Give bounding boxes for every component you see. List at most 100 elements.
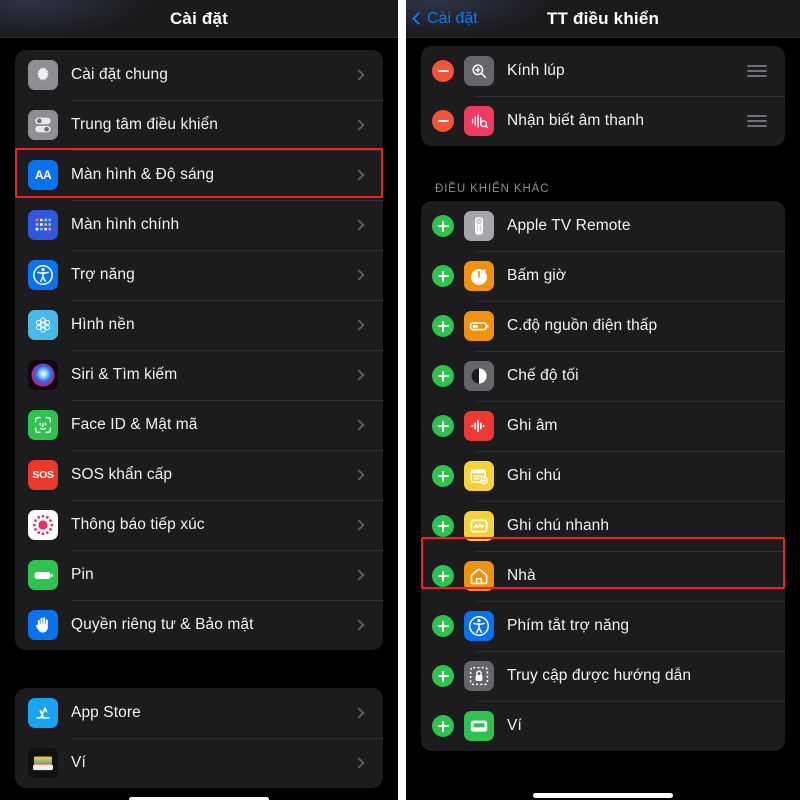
settings-row-wallet[interactable]: Ví <box>15 738 383 788</box>
chevron-right-icon <box>353 569 365 581</box>
settings-row-siri-search[interactable]: Siri & Tìm kiếm <box>15 350 383 400</box>
voice-memos-icon <box>464 411 494 441</box>
control-row-accessibility-shortcut[interactable]: Phím tắt trợ năng <box>421 601 785 651</box>
control-row-low-power-mode[interactable]: C.độ nguồn điện thấp <box>421 301 785 351</box>
add-control-button[interactable] <box>432 265 454 287</box>
settings-group-store: App Store Ví <box>15 688 383 788</box>
home-app-icon <box>464 561 494 591</box>
add-control-button[interactable] <box>432 515 454 537</box>
apple-tv-remote-icon <box>464 211 494 241</box>
settings-row-control-center[interactable]: Trung tâm điều khiển <box>15 100 383 150</box>
page-title: TT điều khiển <box>546 8 660 28</box>
battery-icon <box>28 560 58 590</box>
settings-row-label: Trung tâm điều khiển <box>71 116 219 133</box>
accessibility-shortcut-icon <box>464 611 494 641</box>
settings-scroll-area[interactable]: Cài đặt chung Trung tâm điều khiển AA Mà… <box>0 50 398 800</box>
control-row-label: Ghi chú <box>507 467 562 484</box>
control-row-sound-recognition[interactable]: Nhận biết âm thanh <box>421 96 785 146</box>
control-row-label: Kính lúp <box>507 62 565 79</box>
settings-row-label: SOS khẩn cấp <box>71 466 173 483</box>
settings-row-label: Trợ năng <box>71 266 135 283</box>
add-control-button[interactable] <box>432 365 454 387</box>
control-row-guided-access[interactable]: Truy cập được hướng dẫn <box>421 651 785 701</box>
settings-row-general[interactable]: Cài đặt chung <box>15 50 383 100</box>
settings-row-face-id[interactable]: Face ID & Mật mã <box>15 400 383 450</box>
add-control-button[interactable] <box>432 715 454 737</box>
settings-row-accessibility[interactable]: Trợ năng <box>15 250 383 300</box>
settings-row-home-screen[interactable]: Màn hình chính <box>15 200 383 250</box>
dark-mode-icon <box>464 361 494 391</box>
settings-row-label: Màn hình chính <box>71 216 180 233</box>
add-control-button[interactable] <box>432 465 454 487</box>
sos-icon: SOS <box>28 460 58 490</box>
control-row-timer[interactable]: Bấm giờ <box>421 251 785 301</box>
control-center-navbar: Cài đặt TT điều khiển <box>406 0 800 38</box>
control-center-scroll-area[interactable]: Kính lúp Nhận biết âm thanh ĐIỀU KHIỂN K… <box>406 46 800 800</box>
chevron-right-icon <box>353 119 365 131</box>
plus-icon <box>441 420 445 432</box>
settings-row-label: Màn hình & Độ sáng <box>71 166 215 183</box>
control-row-magnifier[interactable]: Kính lúp <box>421 46 785 96</box>
add-control-button[interactable] <box>432 565 454 587</box>
settings-row-privacy-security[interactable]: Quyền riêng tư & Bảo mật <box>15 600 383 650</box>
reorder-handle-icon[interactable] <box>747 112 767 130</box>
reorder-handle-icon[interactable] <box>747 62 767 80</box>
panel-divider <box>398 0 406 800</box>
control-row-dark-mode[interactable]: Chế độ tối <box>421 351 785 401</box>
chevron-right-icon <box>353 169 365 181</box>
settings-row-label: App Store <box>71 704 141 721</box>
plus-icon <box>441 520 445 532</box>
gear-icon <box>28 60 58 90</box>
face-id-icon <box>28 410 58 440</box>
chevron-right-icon <box>353 757 365 769</box>
back-button-label: Cài đặt <box>427 9 478 27</box>
chevron-right-icon <box>353 619 365 631</box>
control-row-label: Apple TV Remote <box>507 217 631 234</box>
exposure-notification-icon <box>28 510 58 540</box>
chevron-right-icon <box>353 219 365 231</box>
control-row-label: Nhận biết âm thanh <box>507 112 645 129</box>
control-row-label: Bấm giờ <box>507 267 567 284</box>
settings-row-label: Quyền riêng tư & Bảo mật <box>71 616 254 633</box>
control-row-notes[interactable]: Ghi chú <box>421 451 785 501</box>
settings-row-wallpaper[interactable]: Hình nền <box>15 300 383 350</box>
add-control-button[interactable] <box>432 215 454 237</box>
control-row-apple-tv-remote[interactable]: Apple TV Remote <box>421 201 785 251</box>
more-controls-header: ĐIỀU KHIỂN KHÁC <box>435 183 550 195</box>
add-control-button[interactable] <box>432 665 454 687</box>
chevron-left-icon <box>412 12 425 25</box>
control-row-quick-note[interactable]: Ghi chú nhanh <box>421 501 785 551</box>
page-title: Cài đặt <box>169 8 229 28</box>
settings-row-label: Face ID & Mật mã <box>71 416 198 433</box>
control-row-label: Ghi âm <box>507 417 558 434</box>
settings-row-exposure-notifications[interactable]: Thông báo tiếp xúc <box>15 500 383 550</box>
add-control-button[interactable] <box>432 415 454 437</box>
chevron-right-icon <box>353 419 365 431</box>
included-controls-group: Kính lúp Nhận biết âm thanh <box>421 46 785 146</box>
remove-control-button[interactable] <box>432 110 454 132</box>
control-center-screen: Cài đặt TT điều khiển Kính lúp Nhận biết… <box>406 0 800 800</box>
control-row-voice-memos[interactable]: Ghi âm <box>421 401 785 451</box>
chevron-right-icon <box>353 519 365 531</box>
control-row-label: C.độ nguồn điện thấp <box>507 317 658 334</box>
settings-row-label: Thông báo tiếp xúc <box>71 516 205 533</box>
home-indicator <box>533 793 673 798</box>
minus-icon <box>437 69 449 73</box>
remove-control-button[interactable] <box>432 60 454 82</box>
settings-row-label: Cài đặt chung <box>71 66 168 83</box>
quick-note-icon <box>464 511 494 541</box>
control-row-label: Truy cập được hướng dẫn <box>507 667 692 684</box>
control-row-home[interactable]: Nhà <box>421 551 785 601</box>
back-button[interactable]: Cài đặt <box>412 9 478 28</box>
control-row-label: Phím tắt trợ năng <box>507 617 630 634</box>
chevron-right-icon <box>353 69 365 81</box>
minus-icon <box>437 119 449 123</box>
settings-row-emergency-sos[interactable]: SOS SOS khẩn cấp <box>15 450 383 500</box>
settings-row-app-store[interactable]: App Store <box>15 688 383 738</box>
settings-row-battery[interactable]: Pin <box>15 550 383 600</box>
add-control-button[interactable] <box>432 615 454 637</box>
settings-row-label: Pin <box>71 566 94 583</box>
settings-row-display-brightness[interactable]: AA Màn hình & Độ sáng <box>15 150 383 200</box>
control-row-wallet[interactable]: Ví <box>421 701 785 751</box>
add-control-button[interactable] <box>432 315 454 337</box>
